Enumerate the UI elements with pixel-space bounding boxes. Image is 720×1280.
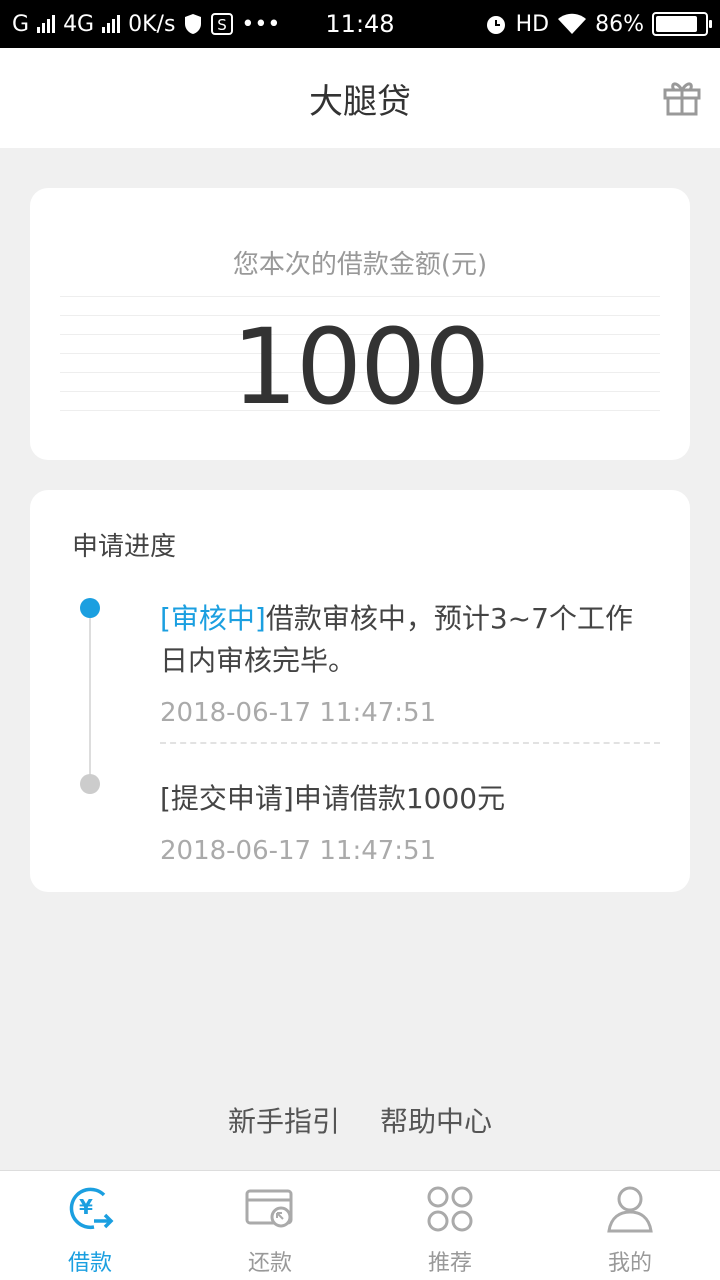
status-left: G 4G 0K/s S ••• [12,12,280,37]
recommend-icon [427,1186,473,1232]
network-label: 4G [63,11,95,37]
beginner-guide-link[interactable]: 新手指引 [228,1100,340,1140]
signal-icon [37,15,56,33]
amount-label: 您本次的借款金额(元) [232,250,488,280]
nav-item-repay[interactable]: 还款 [180,1171,360,1280]
progress-step-review: [审核中]借款审核中，预计3~7个工作日内审核完毕。 2018-06-17 11… [160,598,660,728]
status-bar: G 4G 0K/s S ••• 11:48 HD 86% [0,0,720,48]
step-text: 申请借款1000元 [293,782,506,815]
timeline-dot-active [80,598,100,618]
more-dots-icon: ••• [241,11,281,37]
profile-icon [607,1186,653,1233]
loan-amount-card: 您本次的借款金额(元) 1000 [30,188,690,460]
nav-item-recommend[interactable]: 推荐 [360,1171,540,1280]
step-tag: [审核中] [160,602,266,635]
timeline-dot [80,774,100,794]
hd-label: HD [515,11,550,37]
nav-label: 借款 [67,1251,112,1276]
timeline-line [89,610,91,780]
repay-icon [245,1189,293,1228]
progress-step-submit: [提交申请]申请借款1000元 2018-06-17 11:47:51 [160,778,660,866]
status-right: HD 86% [484,11,712,37]
footer-links: 新手指引 帮助中心 [0,1100,720,1140]
speed-label: 0K/s [128,11,176,37]
loan-amount-value: 1000 [231,306,491,428]
nav-label: 还款 [247,1251,292,1276]
wifi-icon [558,13,587,34]
step-time: 2018-06-17 11:47:51 [160,836,437,866]
carrier-label: G [12,11,30,37]
step-description: [提交申请]申请借款1000元 [160,778,660,820]
shield-icon [185,14,202,34]
s-badge-icon: S [211,13,234,35]
gift-icon[interactable] [662,78,702,118]
alarm-icon [486,16,505,34]
application-progress-card: 申请进度 [审核中]借款审核中，预计3~7个工作日内审核完毕。 2018-06-… [30,490,690,892]
battery-percent: 86% [595,11,644,37]
progress-title: 申请进度 [72,532,177,562]
signal-icon-2 [102,15,121,33]
nav-label: 推荐 [427,1251,472,1276]
step-time: 2018-06-17 11:47:51 [160,698,437,728]
loan-icon: ¥ [69,1187,114,1230]
nav-item-loan[interactable]: ¥ 借款 [0,1171,180,1280]
step-description: [审核中]借款审核中，预计3~7个工作日内审核完毕。 [160,598,660,682]
app-header: 大腿贷 [0,48,720,148]
bottom-nav: ¥ 借款 还款 推荐 我的 [0,1170,720,1280]
step-tag: [提交申请] [160,782,294,815]
nav-label: 我的 [607,1251,652,1276]
svg-text:¥: ¥ [79,1195,93,1219]
step-divider [160,742,660,744]
help-center-link[interactable]: 帮助中心 [380,1100,492,1140]
svg-text:S: S [218,16,228,34]
nav-item-profile[interactable]: 我的 [540,1171,720,1280]
battery-icon [652,12,712,36]
page-title: 大腿贷 [309,81,411,122]
